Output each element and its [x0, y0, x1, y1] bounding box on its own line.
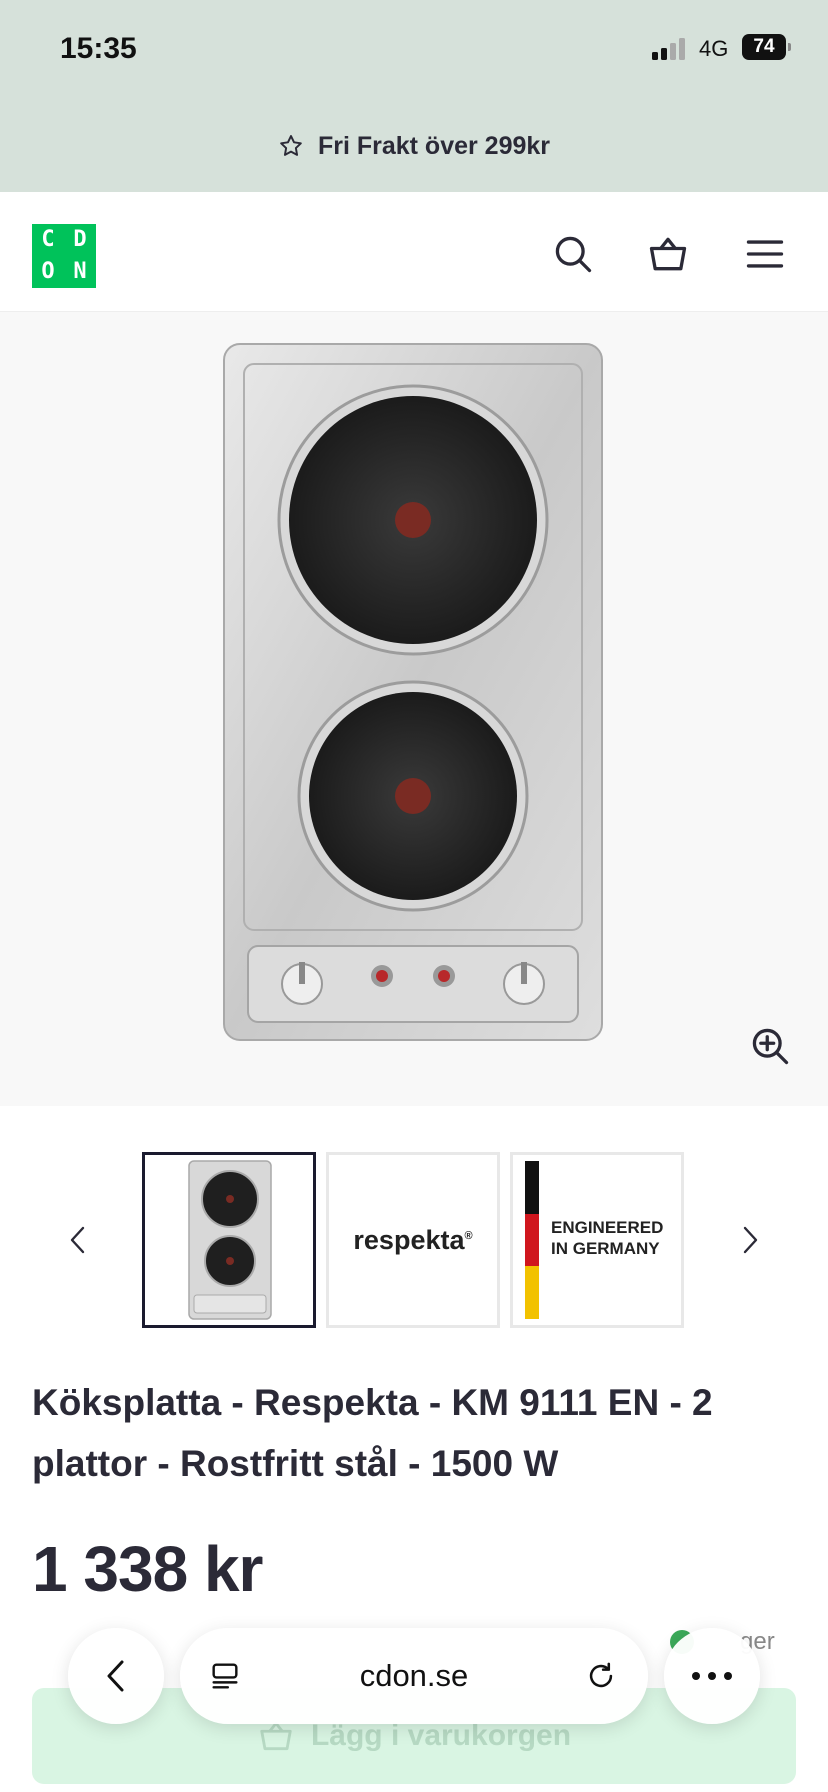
promo-banner[interactable]: Fri Frakt över 299kr	[0, 100, 828, 192]
more-dots-icon	[692, 1672, 732, 1680]
logo-letter: C	[41, 227, 55, 252]
thumb-next-button[interactable]	[730, 1210, 770, 1270]
browser-more-button[interactable]	[664, 1628, 760, 1724]
site-header: C D O N	[0, 192, 828, 312]
product-price: 1 338 kr	[32, 1533, 263, 1605]
product-thumbnail-image	[188, 1160, 272, 1320]
menu-button[interactable]	[740, 229, 790, 279]
menu-icon	[746, 240, 784, 268]
thumb-germany[interactable]: ENGINEERED IN GERMANY	[510, 1152, 684, 1328]
basket-icon	[649, 237, 687, 271]
german-flag-icon	[525, 1161, 539, 1319]
chevron-right-icon	[743, 1226, 758, 1254]
cart-button[interactable]	[643, 229, 693, 279]
status-bar: 15:35 4G 74	[0, 0, 828, 100]
brand-logo-text: respekta®	[353, 1225, 473, 1255]
network-type: 4G	[699, 36, 729, 61]
zoom-button[interactable]	[748, 1024, 798, 1074]
promo-text: Fri Frakt över 299kr	[317, 131, 551, 160]
browser-back-button[interactable]	[68, 1628, 164, 1724]
thumb-prev-button[interactable]	[58, 1210, 98, 1270]
signal-icon	[652, 38, 685, 60]
engineered-label: ENGINEERED IN GERMANY	[551, 1218, 664, 1258]
thumbnail-carousel: respekta® ENGINEERED IN GERMANY	[0, 1152, 828, 1328]
search-button[interactable]	[548, 229, 598, 279]
add-to-cart-label: Lägg i varukorgen	[310, 1719, 572, 1752]
chevron-left-icon	[70, 1226, 85, 1254]
reload-button[interactable]	[576, 1651, 626, 1701]
product-image[interactable]	[222, 342, 604, 1042]
browser-address-bar[interactable]: cdon.se	[180, 1628, 648, 1724]
zoom-in-icon	[752, 1028, 789, 1065]
thumb-product[interactable]	[142, 1152, 316, 1328]
logo-letter: O	[41, 259, 55, 284]
thumb-brand[interactable]: respekta®	[326, 1152, 500, 1328]
logo-letter: N	[73, 259, 87, 284]
search-icon	[555, 236, 592, 273]
reload-icon	[589, 1662, 613, 1688]
cdon-logo[interactable]: C D O N	[32, 224, 96, 288]
product-gallery[interactable]	[0, 312, 828, 1106]
logo-letter: D	[73, 227, 87, 252]
battery-indicator: 74	[742, 34, 791, 60]
clock: 15:35	[60, 32, 137, 65]
chevron-left-icon	[107, 1660, 124, 1692]
product-title: Köksplatta - Respekta - KM 9111 EN - 2 p…	[32, 1382, 713, 1484]
star-icon	[280, 135, 302, 156]
